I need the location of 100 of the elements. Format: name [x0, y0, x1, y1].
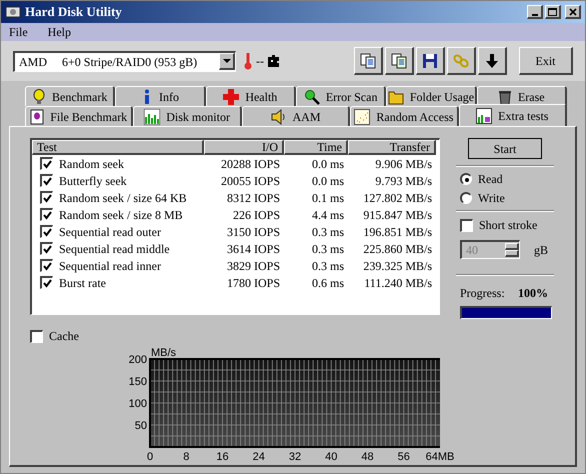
- x-tick-label: 48: [361, 451, 374, 463]
- table-cell-text: 3150 IOPS: [226, 224, 281, 240]
- menu-item[interactable]: File: [9, 23, 28, 41]
- tab[interactable]: Extra tests: [458, 104, 568, 126]
- table-cell-text: 0.3 ms: [310, 258, 345, 274]
- y-tick-label: 50: [134, 420, 147, 432]
- table-cell-text: 9.906 MB/s: [374, 156, 433, 172]
- copy-icon: [360, 52, 376, 68]
- radio-label: Read: [478, 171, 503, 188]
- tab[interactable]: AAM: [242, 106, 350, 126]
- start-button[interactable]: Start: [468, 138, 542, 159]
- table-cell-text: 3829 IOPS: [226, 258, 281, 274]
- table-cell-text: 1780 IOPS: [226, 274, 281, 292]
- checkbox-label: Cache: [49, 328, 79, 345]
- window-chart-icon: [476, 108, 492, 124]
- lightbulb-icon: [32, 88, 46, 104]
- row-checkbox[interactable]: [40, 225, 53, 238]
- cross-icon: [223, 88, 240, 104]
- table-cell-text: 225.860 MB/s: [362, 240, 433, 258]
- table-cell-text: 915.847 MB/s: [362, 206, 433, 224]
- copy-icon: [391, 52, 407, 68]
- download-button[interactable]: [478, 47, 507, 75]
- thermometer-icon: [244, 52, 252, 70]
- tab[interactable]: Disk monitor: [133, 106, 242, 126]
- row-checkbox[interactable]: [40, 208, 53, 221]
- maximize-button[interactable]: [545, 5, 561, 19]
- drive-dropdown[interactable]: AMD 6+0 Stripe/RAID0 (953 gB): [13, 50, 236, 72]
- save-button[interactable]: [416, 47, 445, 75]
- table-cell-text: 9.793 MB/s: [374, 172, 433, 190]
- dropdown-arrow-icon: [222, 59, 230, 63]
- trash-can-icon: [498, 88, 512, 104]
- table-cell-text: 0.6 ms: [310, 274, 345, 292]
- y-axis-label: MB/s: [151, 347, 176, 359]
- table-cell-text: 0.1 ms: [310, 190, 345, 206]
- column-header[interactable]: I/O: [204, 140, 284, 155]
- table-cell-text: 8312 IOPS: [226, 190, 281, 206]
- table-cell-text: Sequential read outer: [59, 224, 161, 240]
- y-tick-label: 100: [128, 398, 147, 410]
- table-cell-text: 0.3 ms: [310, 224, 345, 240]
- chain-button[interactable]: [447, 47, 476, 75]
- row-checkbox[interactable]: [40, 259, 53, 272]
- x-tick-label: 24: [252, 451, 265, 463]
- table-cell-text: 0.0 ms: [310, 156, 345, 172]
- temperature-text: --: [256, 53, 264, 70]
- table-cell-text: 20288 IOPS: [220, 156, 281, 172]
- window-title: Hard Disk Utility: [25, 3, 123, 22]
- y-tick-label: 150: [128, 376, 147, 388]
- row-checkbox[interactable]: [40, 242, 53, 255]
- close-button[interactable]: [565, 5, 581, 19]
- cache-checkbox[interactable]: [30, 330, 43, 342]
- tab[interactable]: Random Access: [350, 106, 459, 126]
- minimize-button[interactable]: [527, 5, 543, 19]
- table-cell-text: Random seek: [59, 156, 124, 172]
- row-checkbox[interactable]: [40, 276, 53, 289]
- tab[interactable]: Info: [115, 86, 206, 106]
- table-cell-text: 0.0 ms: [310, 172, 345, 190]
- exit-button[interactable]: Exit: [519, 47, 573, 75]
- chain-icon: [453, 52, 469, 68]
- copy-button[interactable]: [385, 47, 414, 75]
- maximize-icon: [548, 8, 557, 16]
- radio-label: Write: [478, 190, 505, 207]
- table-cell-text: Butterfly seek: [59, 172, 127, 190]
- progress-value: 100%: [518, 285, 548, 302]
- tab[interactable]: File Benchmark: [25, 106, 134, 126]
- table-cell-text: 4.4 ms: [310, 206, 345, 224]
- radio-button[interactable]: [460, 192, 472, 204]
- column-header[interactable]: Transfer: [348, 140, 436, 155]
- table-cell-text: 3614 IOPS: [226, 240, 281, 258]
- tab[interactable]: Benchmark: [25, 86, 116, 106]
- scatter-icon: [354, 108, 370, 124]
- table-cell-text: 226 IOPS: [232, 206, 281, 224]
- row-checkbox[interactable]: [40, 174, 53, 187]
- table-cell-text: 196.851 MB/s: [362, 224, 433, 240]
- tab[interactable]: Folder Usage: [386, 86, 477, 106]
- tab[interactable]: Health: [206, 86, 296, 106]
- y-tick-label: 200: [128, 354, 147, 366]
- copy-button[interactable]: [354, 47, 383, 75]
- table-cell-text: Sequential read middle: [59, 240, 170, 258]
- table-cell-text: 127.802 MB/s: [362, 190, 433, 206]
- table-cell-text: Random seek / size 8 MB: [59, 206, 183, 224]
- column-header[interactable]: Test: [32, 140, 204, 155]
- tab[interactable]: Error Scan: [296, 86, 386, 106]
- down-arrow-icon: [485, 52, 499, 68]
- short-stroke-checkbox[interactable]: [460, 218, 473, 232]
- unit-label: gB: [534, 242, 548, 258]
- progress-label: Progress:: [460, 285, 505, 302]
- x-tick-label: 64MB: [426, 451, 454, 463]
- table-cell-text: 0.3 ms: [310, 240, 345, 258]
- table-cell-text: 111.240 MB/s: [363, 274, 433, 292]
- table-cell-text: 20055 IOPS: [220, 172, 281, 190]
- menu-item[interactable]: Help: [48, 23, 71, 41]
- x-tick-label: 16: [216, 451, 229, 463]
- column-header[interactable]: Time: [284, 140, 348, 155]
- magnifier-icon: [304, 88, 320, 104]
- x-tick-label: 32: [288, 451, 302, 463]
- row-checkbox[interactable]: [40, 157, 53, 170]
- table-cell-text: Burst rate: [59, 274, 106, 292]
- row-checkbox[interactable]: [40, 191, 53, 204]
- checkbox-label: Short stroke: [479, 217, 538, 234]
- radio-button[interactable]: [460, 173, 472, 185]
